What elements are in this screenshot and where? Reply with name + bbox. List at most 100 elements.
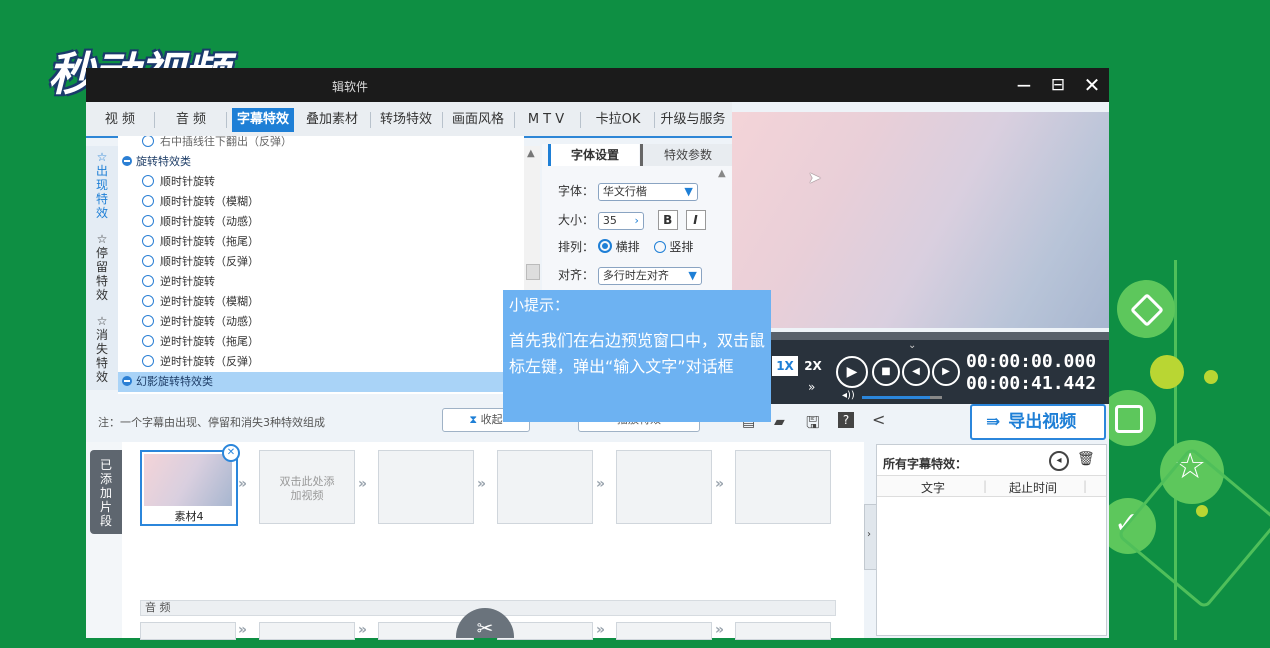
prev-frame-button[interactable]: ◀ [902,358,930,386]
list-item[interactable]: 逆时针旋转（模糊） [142,292,259,312]
clip-thumbnail[interactable]: 素材4 ✕ [140,444,240,526]
tab-audio[interactable]: 音 频 [164,108,218,132]
tab-divider [154,112,155,128]
play-button[interactable]: ▶ [836,356,868,388]
list-item-label: 右中插线往下翻出（反弹） [160,136,292,148]
close-button[interactable]: ✕ [1078,72,1106,98]
list-item[interactable]: 逆时针旋转（动感） [142,312,259,332]
maximize-button[interactable]: ⊟ [1044,72,1072,98]
empty-slot[interactable] [378,450,474,524]
star-icon: ☆ [96,232,108,246]
tab-subtitle-effects[interactable]: 字幕特效 [232,108,294,132]
trash-icon[interactable]: 🗑 [1077,451,1095,467]
speed-2x-button[interactable]: 2X [800,356,826,376]
scroll-thumb[interactable] [526,264,540,280]
tab-overlay[interactable]: 叠加素材 [300,108,364,132]
add-video-slot[interactable]: 双击此处添加视频 [259,450,355,524]
radio-icon [142,215,154,227]
chevron-down-icon: ▼ [688,269,697,282]
scroll-up-icon[interactable]: ▲ [527,148,535,159]
remove-clip-icon[interactable]: ✕ [222,444,240,462]
font-select[interactable]: 华文行楷 ▼ [597,183,698,201]
list-item[interactable]: 顺时针旋转 [142,172,215,192]
bold-button[interactable]: B [657,210,678,230]
audio-slot[interactable] [735,622,831,640]
list-item[interactable]: 逆时针旋转（反弹） [142,352,259,372]
preview-window[interactable]: ➤ [732,112,1109,328]
tab-divider [370,112,371,128]
radio-icon[interactable] [653,241,666,253]
volume-icon[interactable]: ◂)) [842,390,855,401]
list-item[interactable]: 顺时针旋转（动感） [142,212,259,232]
tab-video[interactable]: 视 频 [94,108,146,132]
add-icon[interactable]: ◂ [1049,451,1069,471]
star-icon: ☆ [96,314,108,328]
audio-slot[interactable] [616,622,712,640]
star-icon: ☆ [96,150,108,164]
arrow-icon: » [358,476,368,492]
speed-1x-button[interactable]: 1X [772,356,798,376]
fast-forward-icon[interactable]: » [808,380,815,394]
empty-slot[interactable] [497,450,593,524]
side-group-stay[interactable]: ☆ 停留特效 [90,232,114,302]
list-item[interactable]: 顺时针旋转（模糊） [142,192,259,212]
minimize-button[interactable]: − [1010,72,1038,98]
clip-name: 素材4 [174,510,204,523]
tab-karaoke[interactable]: 卡拉OK [586,108,650,132]
vertical-option[interactable]: 竖排 [669,240,693,254]
hourglass-icon: ⧗ [469,413,478,426]
side-group-appear[interactable]: ☆ 出现特效 [90,150,114,220]
tab-transitions[interactable]: 转场特效 [374,108,438,132]
arrow-icon: » [358,622,368,638]
chevron-down-icon[interactable]: ⌄ [908,340,916,351]
category-rotate[interactable]: 旋转特效类 [122,152,191,172]
align-row: 对齐： 多行时左对齐 ▼ [558,266,702,285]
export-video-button[interactable]: ⇛ 导出视频 [970,404,1106,440]
progress-track[interactable] [732,332,1109,340]
open-folder-icon[interactable]: ▰ [774,414,785,430]
side-group-label: 消失特效 [96,328,109,384]
chevron-right-icon: › [634,214,639,227]
tab-upgrade[interactable]: 升级与服务 [656,108,730,132]
category-phantom-rotate[interactable]: 幻影旋转特效类 [118,372,524,392]
time-total: 00:00:41.442 [966,373,1097,394]
stop-button[interactable]: ■ [872,358,900,386]
timeline-label-text: 已添加片段 [100,458,113,528]
align-select[interactable]: 多行时左对齐 ▼ [597,267,702,285]
tab-divider [580,112,581,128]
tab-font-settings[interactable]: 字体设置 [548,144,639,166]
subtitle-list-title: 所有字幕特效： [883,457,968,471]
arrow-icon: » [596,476,606,492]
size-select[interactable]: 35 › [597,212,644,230]
horizontal-option[interactable]: 横排 [616,240,640,254]
list-item-label: 逆时针旋转（拖尾） [160,335,259,348]
list-item-label: 顺时针旋转（模糊） [160,195,259,208]
share-icon[interactable]: < [872,410,885,429]
help-icon[interactable]: ? [838,412,854,428]
list-item[interactable]: 逆时针旋转（拖尾） [142,332,259,352]
empty-slot[interactable] [616,450,712,524]
export-label: 导出视频 [1008,412,1077,432]
list-item[interactable]: 顺时针旋转（反弹） [142,252,259,272]
audio-slot[interactable] [140,622,236,640]
radio-selected-icon[interactable] [597,239,612,253]
list-item[interactable]: 顺时针旋转（拖尾） [142,232,259,252]
tab-style[interactable]: 画面风格 [446,108,510,132]
side-group-disappear[interactable]: ☆ 消失特效 [90,314,114,384]
tip-popup: 小提示： 首先我们在右边预览窗口中，双击鼠标左键，弹出“输入文字”对话框 [503,290,771,422]
next-frame-button[interactable]: ▶ [932,358,960,386]
tab-mtv[interactable]: M T V [518,108,574,132]
list-item-label: 顺时针旋转 [160,175,215,188]
italic-button[interactable]: I [685,210,706,230]
scroll-up-icon[interactable]: ▲ [718,168,726,179]
list-item[interactable]: 逆时针旋转 [142,272,215,292]
effect-type-sidebar: ☆ 出现特效 ☆ 停留特效 ☆ 消失特效 [86,146,118,390]
list-item-label: 逆时针旋转（反弹） [160,355,259,368]
audio-slot[interactable] [259,622,355,640]
list-item[interactable]: 右中插线往下翻出（反弹） [142,136,292,152]
save-icon[interactable]: 🖫 [806,412,820,439]
empty-slot[interactable] [735,450,831,524]
mouse-cursor-icon: ➤ [808,168,822,187]
tab-effect-params[interactable]: 特效参数 [640,144,733,166]
volume-slider[interactable] [862,396,942,399]
